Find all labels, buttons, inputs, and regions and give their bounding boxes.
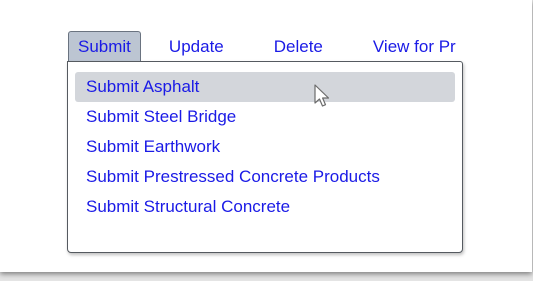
menu-bar: Submit Update Delete View for Pr (68, 31, 456, 62)
menu-submit[interactable]: Submit (68, 31, 141, 62)
menu-item-submit-prestressed-concrete-products[interactable]: Submit Prestressed Concrete Products (75, 162, 455, 192)
menu-update[interactable]: Update (169, 32, 224, 61)
menu-view-for-print[interactable]: View for Pr (373, 32, 456, 61)
submit-dropdown-menu: Submit Asphalt Submit Steel Bridge Submi… (67, 61, 463, 253)
menu-item-submit-asphalt[interactable]: Submit Asphalt (75, 72, 455, 102)
menu-delete[interactable]: Delete (274, 32, 323, 61)
menu-item-submit-structural-concrete[interactable]: Submit Structural Concrete (75, 192, 455, 222)
application-window: Submit Update Delete View for Pr Submit … (0, 0, 532, 272)
mouse-pointer-icon (314, 84, 330, 107)
menu-item-submit-earthwork[interactable]: Submit Earthwork (75, 132, 455, 162)
menu-item-submit-steel-bridge[interactable]: Submit Steel Bridge (75, 102, 455, 132)
